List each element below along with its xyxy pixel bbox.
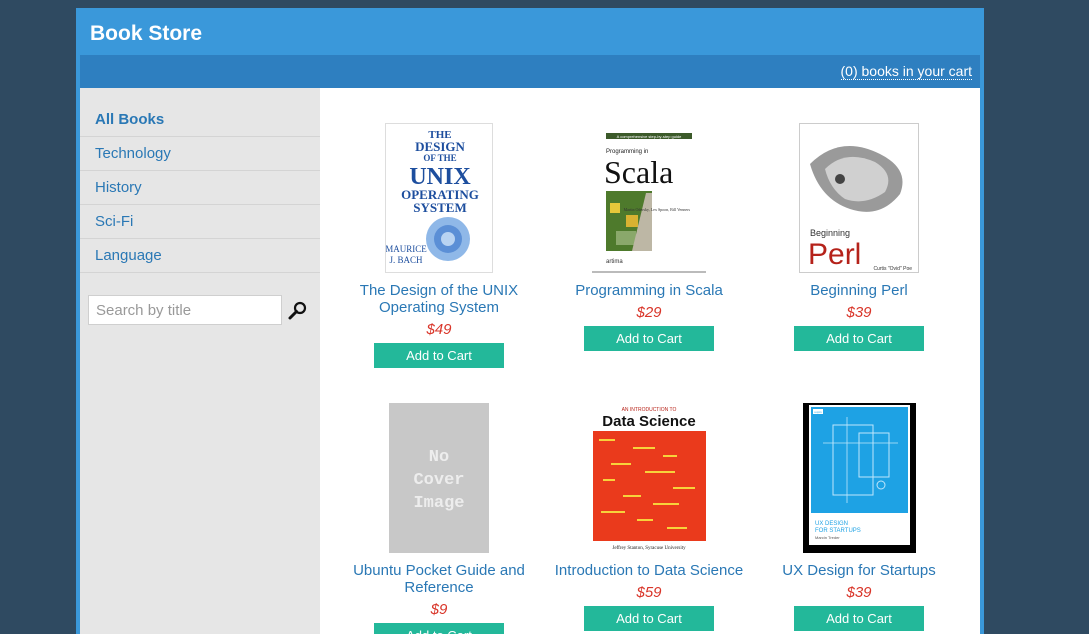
svg-text:MAURICE: MAURICE	[386, 244, 427, 254]
svg-text:A comprehensive step-by-step g: A comprehensive step-by-step guide	[617, 134, 682, 139]
svg-text:No: No	[429, 448, 449, 467]
book-cover-image[interactable]: THE DESIGN OF THE UNIX OPERATING SYSTEM …	[385, 123, 493, 273]
add-to-cart-button[interactable]: Add to Cart	[794, 606, 924, 631]
svg-text:FOR STARTUPS: FOR STARTUPS	[815, 528, 861, 534]
book-grid: THE DESIGN OF THE UNIX OPERATING SYSTEM …	[320, 88, 980, 634]
add-to-cart-button[interactable]: Add to Cart	[584, 606, 714, 631]
book-price: $39	[846, 304, 872, 321]
svg-text:Scala: Scala	[604, 154, 673, 190]
svg-text:UX DESIGN: UX DESIGN	[815, 521, 848, 527]
add-to-cart-button[interactable]: Add to Cart	[374, 343, 504, 368]
sidebar-item-history[interactable]: History	[80, 171, 320, 205]
app-title: Book Store	[90, 22, 203, 45]
svg-text:Marcin Treder: Marcin Treder	[815, 535, 840, 540]
book-card: uxpin UX DESIGN FOR STARTUPS Marcin Tred…	[754, 403, 964, 631]
svg-text:SYSTEM: SYSTEM	[413, 200, 466, 215]
book-card: No Cover Image Ubuntu Pocket Guide and R…	[334, 403, 544, 634]
sidebar: All Books Technology History Sci-Fi Lang…	[80, 88, 320, 634]
svg-text:J. BACH: J. BACH	[389, 255, 423, 265]
book-title[interactable]: Ubuntu Pocket Guide and Reference	[334, 562, 544, 596]
book-price: $29	[636, 304, 662, 321]
add-to-cart-button[interactable]: Add to Cart	[374, 623, 504, 634]
add-to-cart-button[interactable]: Add to Cart	[584, 326, 714, 351]
svg-text:Beginning: Beginning	[810, 228, 850, 238]
svg-text:Perl: Perl	[808, 238, 861, 271]
book-title[interactable]: Beginning Perl	[754, 282, 964, 299]
sidebar-item-language[interactable]: Language	[80, 239, 320, 273]
book-card: Beginning Perl Curtis "Ovid" Poe Beginni…	[754, 123, 964, 351]
add-to-cart-button[interactable]: Add to Cart	[794, 326, 924, 351]
store-frame: Book Store (0) books in your cart All Bo…	[76, 8, 984, 634]
sidebar-item-all-books[interactable]: All Books	[80, 103, 320, 137]
book-card: A comprehensive step-by-step guide Progr…	[544, 123, 754, 351]
svg-text:Data Science: Data Science	[602, 413, 695, 430]
svg-text:uxpin: uxpin	[814, 410, 822, 414]
book-cover-image[interactable]: uxpin UX DESIGN FOR STARTUPS Marcin Tred…	[802, 403, 916, 553]
sidebar-item-sci-fi[interactable]: Sci-Fi	[80, 205, 320, 239]
book-price: $9	[430, 601, 448, 618]
book-card: AN INTRODUCTION TO Data Science Jeffrey …	[544, 403, 754, 631]
book-cover-image[interactable]: AN INTRODUCTION TO Data Science Jeffrey …	[592, 403, 706, 553]
search-icon[interactable]	[286, 299, 310, 323]
svg-text:Cover: Cover	[413, 471, 464, 490]
book-card: THE DESIGN OF THE UNIX OPERATING SYSTEM …	[334, 123, 544, 368]
sidebar-item-technology[interactable]: Technology	[80, 137, 320, 171]
book-price: $39	[846, 584, 872, 601]
book-price: $49	[426, 321, 452, 338]
book-cover-image[interactable]: A comprehensive step-by-step guide Progr…	[592, 123, 706, 273]
book-title[interactable]: The Design of the UNIX Operating System	[334, 282, 544, 316]
cart-link[interactable]: (0) books in your cart	[840, 64, 972, 80]
book-title[interactable]: Introduction to Data Science	[544, 562, 754, 579]
svg-text:OF THE: OF THE	[423, 153, 456, 163]
svg-text:Jeffrey Stanton, Syracuse Univ: Jeffrey Stanton, Syracuse University	[612, 546, 686, 551]
svg-text:DESIGN: DESIGN	[415, 139, 465, 154]
book-title[interactable]: Programming in Scala	[544, 282, 754, 299]
search-input[interactable]	[88, 295, 282, 325]
svg-text:artima: artima	[606, 259, 623, 265]
svg-text:Image: Image	[413, 494, 464, 513]
cart-bar: (0) books in your cart	[80, 55, 980, 88]
book-price: $59	[636, 584, 662, 601]
book-cover-image[interactable]: No Cover Image	[389, 403, 489, 553]
book-title[interactable]: UX Design for Startups	[754, 562, 964, 579]
svg-text:Curtis "Ovid" Poe: Curtis "Ovid" Poe	[873, 266, 912, 272]
book-cover-image[interactable]: Beginning Perl Curtis "Ovid" Poe	[799, 123, 919, 273]
